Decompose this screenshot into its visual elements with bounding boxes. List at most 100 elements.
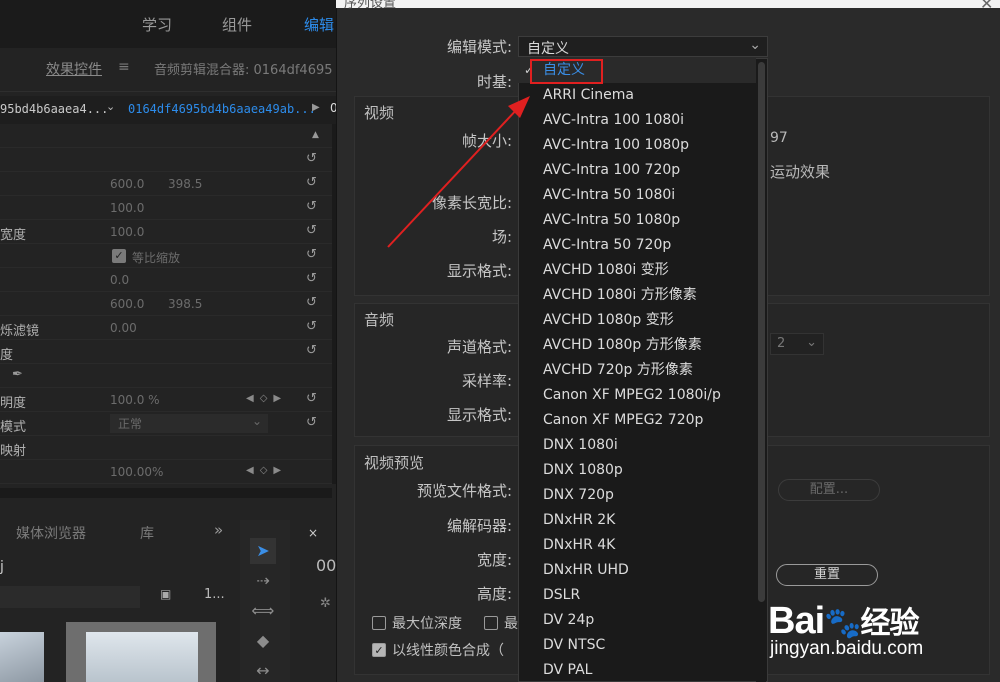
snap-icon[interactable]: ✲ [320, 596, 331, 611]
dropdown-item[interactable]: DNX 1080i [518, 433, 756, 458]
target-clip-name[interactable]: 0164df4695bd4b6aaea49ab... [128, 102, 316, 116]
tab-media-browser[interactable]: 媒体浏览器 [16, 523, 86, 543]
slip-icon[interactable]: ↔ [250, 658, 276, 682]
dropdown-item[interactable]: AVCHD 720p 方形像素 [518, 358, 756, 383]
dropdown-item[interactable]: AVC-Intra 50 1080p [518, 208, 756, 233]
display-format-label: 显示格式: [446, 262, 512, 280]
reset-icon[interactable]: ↺ [306, 224, 320, 238]
dropdown-item[interactable]: DNxHR 4K [518, 533, 756, 558]
dropdown-item[interactable]: Canon XF MPEG2 1080i/p [518, 383, 756, 408]
paw-icon: 🐾 [824, 607, 861, 640]
fx-value[interactable]: 100.0 [110, 201, 144, 215]
dropdown-item[interactable]: DV PAL [518, 658, 756, 682]
source-clip-name[interactable]: 95bd4b6aaea4... [0, 102, 108, 116]
close-icon[interactable]: × [308, 526, 318, 540]
keyframe-nav-icon[interactable]: ◀◇▶ [246, 465, 287, 476]
new-bin-icon[interactable]: ▣ [160, 587, 171, 601]
keyframe-nav-icon[interactable]: ◀◇▶ [246, 393, 287, 404]
tab-audio-clip-mixer[interactable]: 音频剪辑混合器: 0164df4695 [154, 59, 333, 78]
reset-icon[interactable]: ↺ [306, 296, 320, 310]
tab-libraries[interactable]: 库 [140, 523, 154, 543]
fx-value[interactable]: 100.0 [110, 225, 144, 239]
reset-icon[interactable]: ↺ [306, 392, 320, 406]
dropdown-item[interactable]: AVC-Intra 100 1080i [518, 108, 756, 133]
ripple-edit-icon[interactable]: ⟺ [250, 598, 276, 624]
fx-value[interactable]: 100.0 % [110, 393, 160, 407]
dropdown-item-label: AVCHD 1080p 方形像素 [543, 337, 702, 353]
dropdown-item[interactable]: AVC-Intra 100 1080p [518, 133, 756, 158]
dropdown-item-label: AVC-Intra 50 720p [543, 237, 672, 253]
reset-icon[interactable]: ↺ [306, 320, 320, 334]
dropdown-item-label: DV NTSC [543, 637, 606, 653]
dropdown-item[interactable]: AVCHD 1080p 变形 [518, 308, 756, 333]
dropdown-item[interactable]: DNX 1080p [518, 458, 756, 483]
fx-value[interactable]: 0.0 [110, 273, 129, 287]
dropdown-item[interactable]: DNxHR 2K [518, 508, 756, 533]
reset-icon[interactable]: ↺ [306, 272, 320, 286]
tab-effect-controls[interactable]: 效果控件 [46, 59, 102, 79]
dropdown-item[interactable]: DNxHR UHD [518, 558, 756, 583]
reset-icon[interactable]: ↺ [306, 344, 320, 358]
fx-value[interactable]: 398.5 [168, 297, 202, 311]
media-thumbnail[interactable] [0, 632, 44, 682]
track-select-icon[interactable]: ⇢ [250, 568, 276, 594]
fx-name: 明度 [0, 396, 27, 411]
reset-icon[interactable]: ↺ [306, 248, 320, 262]
configure-button[interactable]: 配置... [778, 479, 880, 501]
reset-icon[interactable]: ↺ [306, 152, 320, 166]
media-thumbnail[interactable] [86, 632, 198, 682]
scroll-up-icon[interactable]: ▲ [312, 130, 319, 140]
pen-icon[interactable]: ✒ [12, 367, 23, 382]
dropdown-item[interactable]: DNX 720p [518, 483, 756, 508]
dropdown-item[interactable]: AVC-Intra 100 720p [518, 158, 756, 183]
dropdown-item[interactable]: DSLR [518, 583, 756, 608]
reset-icon[interactable]: ↺ [306, 176, 320, 190]
workspace-editing[interactable]: 编辑 [304, 14, 334, 35]
selection-tool-icon[interactable]: ➤ [250, 538, 276, 564]
dropdown-scrollbar-thumb[interactable] [758, 62, 765, 602]
dropdown-item[interactable]: AVC-Intra 50 1080i [518, 183, 756, 208]
linear-color-checkbox[interactable]: ✓ [372, 643, 386, 657]
search-input[interactable] [0, 586, 140, 608]
dropdown-item[interactable]: ARRI Cinema [518, 83, 756, 108]
fx-row-scale: 100.0 ↺ [0, 196, 332, 220]
effect-controls-list: ▲ ↺ 600.0 398.5 ↺ 100.0 ↺ 宽度 100.0 ↺ ✓ 等… [0, 124, 332, 484]
dropdown-item[interactable]: DV 24p [518, 608, 756, 633]
dropdown-item[interactable]: AVCHD 1080p 方形像素 [518, 333, 756, 358]
workspace-learning[interactable]: 学习 [142, 14, 172, 35]
fx-name: 模式 [0, 420, 27, 435]
close-icon[interactable]: ✕ [980, 0, 993, 13]
max-bit-depth-checkbox[interactable] [372, 616, 386, 630]
fx-value[interactable]: 600.0 [110, 177, 144, 191]
fx-value[interactable]: 100.00% [110, 465, 163, 479]
dropdown-item[interactable]: DV NTSC [518, 633, 756, 658]
razor-icon[interactable]: ◆ [250, 628, 276, 654]
dropdown-item-label: AVC-Intra 50 1080i [543, 187, 676, 203]
fx-value[interactable]: 0.00 [110, 321, 137, 335]
play-icon[interactable]: ▶ [312, 102, 320, 113]
checkbox-icon[interactable]: ✓ [112, 249, 126, 263]
reset-icon[interactable]: ↺ [306, 416, 320, 430]
fx-row-rotation: 0.0 ↺ [0, 268, 332, 292]
fx-value[interactable]: 398.5 [168, 177, 202, 191]
panel-menu-icon[interactable]: ≡ [118, 59, 130, 75]
dropdown-item[interactable]: AVCHD 1080i 变形 [518, 258, 756, 283]
max-render-quality-checkbox[interactable] [484, 616, 498, 630]
reset-icon[interactable]: ↺ [306, 200, 320, 214]
workspace-assembly[interactable]: 组件 [222, 14, 252, 35]
fx-name: 宽度 [0, 228, 27, 243]
chevron-down-icon: ⌄ [251, 414, 262, 428]
more-panels-icon[interactable]: » [214, 521, 223, 539]
channel-count-select[interactable]: 2 ⌄ [770, 333, 824, 355]
dropdown-item-label: Canon XF MPEG2 1080i/p [543, 387, 721, 403]
effects-horizontal-scrollbar[interactable] [0, 488, 332, 498]
fx-value[interactable]: 600.0 [110, 297, 144, 311]
fx-row-time-remap: 映射 [0, 436, 332, 460]
dropdown-item[interactable]: AVCHD 1080i 方形像素 [518, 283, 756, 308]
dropdown-item[interactable]: Canon XF MPEG2 720p [518, 408, 756, 433]
fx-row-scale-width: 宽度 100.0 ↺ [0, 220, 332, 244]
blend-mode-select[interactable]: 正常 ⌄ [110, 414, 268, 433]
chevron-down-icon[interactable]: ⌄ [106, 100, 115, 113]
dropdown-item[interactable]: AVC-Intra 50 720p [518, 233, 756, 258]
edit-mode-select[interactable]: 自定义 ⌄ [518, 36, 768, 57]
